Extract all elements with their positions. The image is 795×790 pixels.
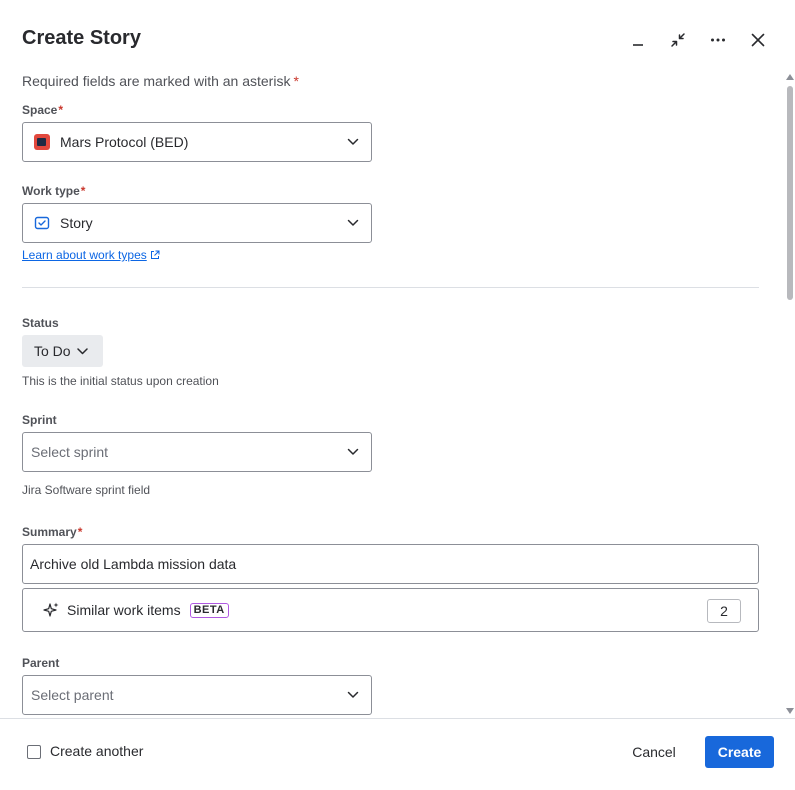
- learn-work-types-text: Learn about work types: [22, 248, 147, 262]
- scrollbar-thumb[interactable]: [787, 86, 793, 300]
- dialog-footer: Create another Cancel Create: [0, 718, 795, 790]
- chevron-down-icon: [347, 691, 359, 698]
- space-label-text: Space: [22, 103, 58, 117]
- more-icon: [711, 38, 725, 42]
- similar-work-items-panel[interactable]: Similar work items BETA 2: [22, 588, 759, 632]
- close-button[interactable]: [744, 26, 772, 54]
- work-type-value: Story: [60, 215, 93, 231]
- chevron-down-icon: [347, 219, 359, 226]
- cancel-button[interactable]: Cancel: [619, 736, 689, 768]
- create-story-dialog: Create Story Required fields are marked …: [0, 0, 795, 790]
- create-another-checkbox[interactable]: [27, 745, 41, 759]
- status-label: Status: [22, 316, 59, 330]
- external-link-icon: [150, 250, 160, 259]
- sprint-help-text: Jira Software sprint field: [22, 483, 151, 497]
- collapse-button[interactable]: [664, 26, 692, 54]
- space-value: Mars Protocol (BED): [60, 134, 189, 150]
- asterisk: *: [58, 103, 64, 117]
- minimize-icon: [633, 44, 643, 46]
- status-help-text: This is the initial status upon creation: [22, 374, 219, 388]
- scroll-down-arrow-icon[interactable]: [786, 708, 794, 714]
- work-type-label-text: Work type: [22, 184, 80, 198]
- work-type-select[interactable]: Story: [22, 203, 372, 243]
- divider: [22, 287, 759, 288]
- ai-sparkle-icon: [43, 602, 59, 617]
- project-avatar-icon: [34, 134, 50, 150]
- sprint-placeholder: Select sprint: [31, 444, 109, 460]
- sprint-select[interactable]: Select sprint: [22, 432, 372, 472]
- status-dropdown-button[interactable]: To Do: [22, 335, 103, 367]
- story-icon: [34, 216, 50, 230]
- learn-work-types-link[interactable]: Learn about work types: [22, 248, 160, 262]
- asterisk: *: [77, 525, 83, 539]
- status-value: To Do: [34, 343, 71, 359]
- similar-count-badge: 2: [707, 599, 741, 623]
- summary-input[interactable]: Archive old Lambda mission data: [22, 544, 759, 584]
- parent-select[interactable]: Select parent: [22, 675, 372, 715]
- dialog-header: Create Story: [0, 0, 795, 70]
- required-note-text: Required fields are marked with an aster…: [22, 73, 291, 89]
- similar-work-items-label: Similar work items: [67, 602, 181, 618]
- chevron-down-icon: [347, 138, 359, 145]
- scroll-up-arrow-icon[interactable]: [786, 74, 794, 80]
- space-label: Space*: [22, 103, 63, 117]
- summary-label-text: Summary: [22, 525, 77, 539]
- chevron-down-icon: [76, 347, 88, 354]
- create-another-label[interactable]: Create another: [50, 743, 143, 759]
- dialog-title: Create Story: [22, 27, 141, 49]
- chevron-down-icon: [347, 448, 359, 455]
- close-icon: [751, 33, 765, 47]
- asterisk: *: [80, 184, 86, 198]
- required-note: Required fields are marked with an aster…: [22, 73, 299, 89]
- asterisk: *: [293, 73, 299, 89]
- work-type-label: Work type*: [22, 184, 85, 198]
- more-actions-button[interactable]: [704, 26, 732, 54]
- minimize-button[interactable]: [624, 26, 652, 54]
- space-select[interactable]: Mars Protocol (BED): [22, 122, 372, 162]
- sprint-label: Sprint: [22, 413, 57, 427]
- parent-label: Parent: [22, 656, 60, 670]
- create-button[interactable]: Create: [705, 736, 774, 768]
- beta-badge: BETA: [189, 602, 229, 618]
- summary-label: Summary*: [22, 525, 82, 539]
- collapse-icon: [671, 33, 685, 47]
- parent-placeholder: Select parent: [31, 687, 114, 703]
